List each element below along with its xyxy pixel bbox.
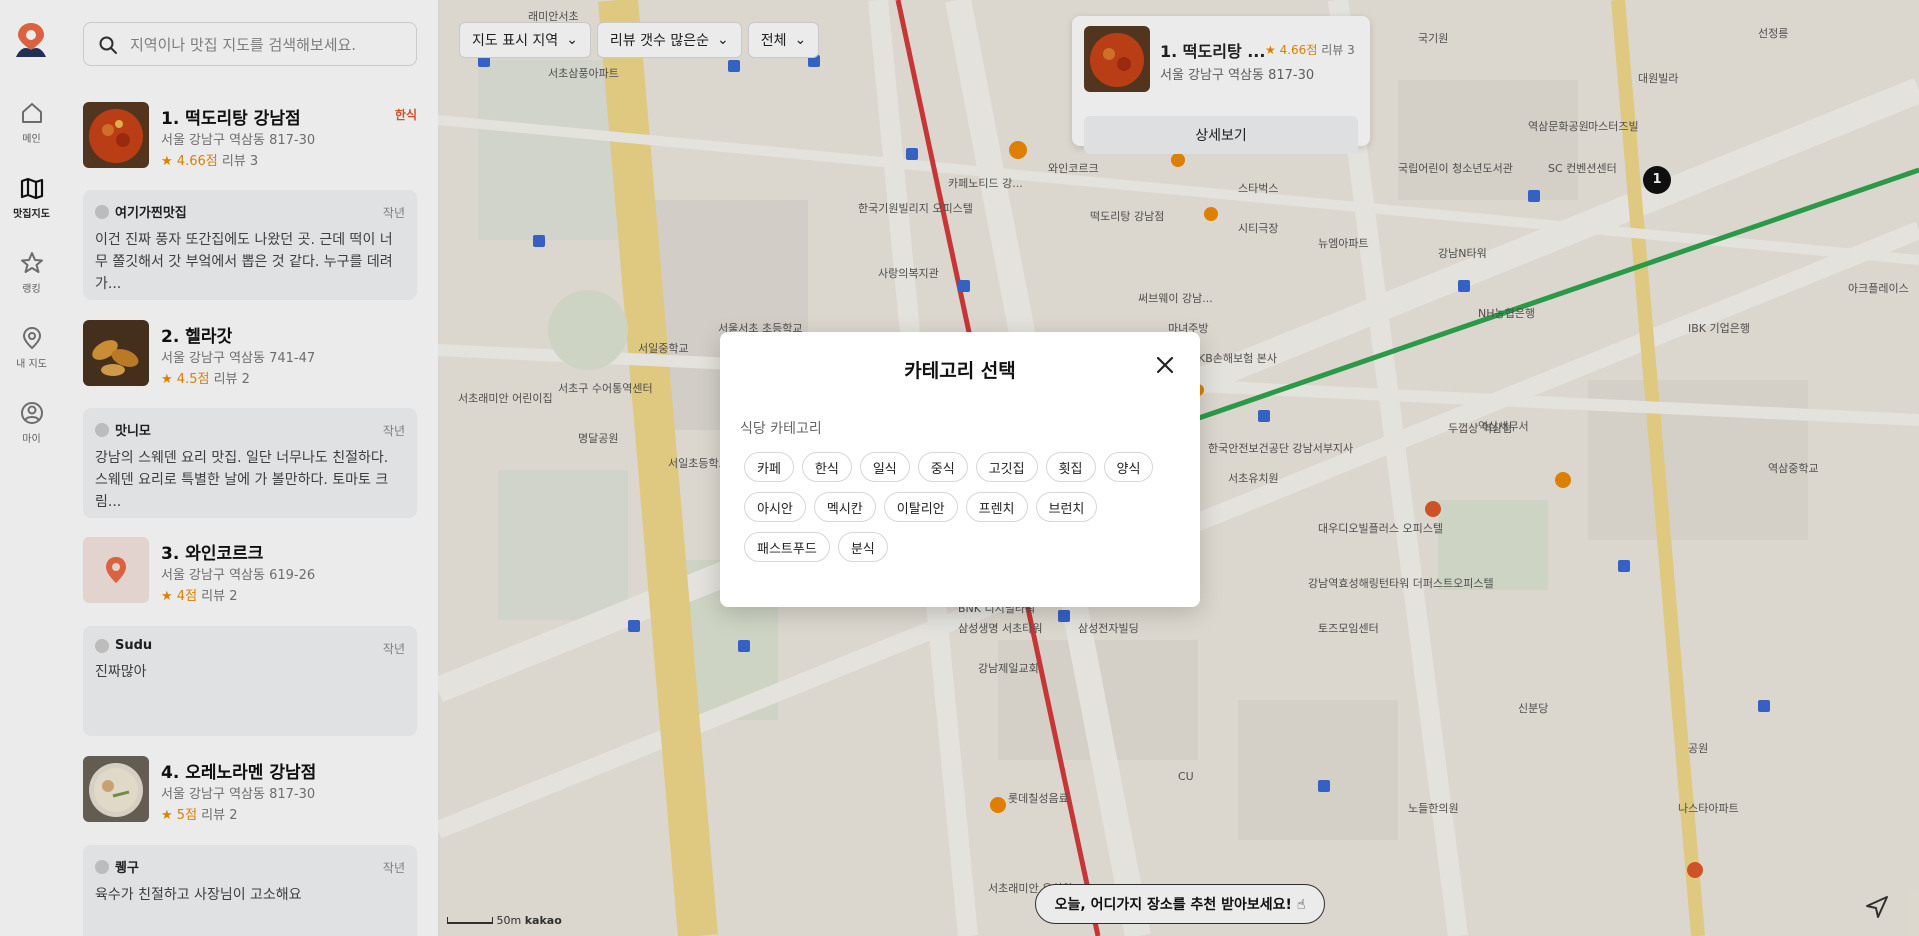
category-chip[interactable]: 양식	[1103, 452, 1154, 482]
close-icon[interactable]	[1152, 352, 1178, 378]
category-chip[interactable]: 카페	[744, 452, 794, 482]
category-chip-list: 카페 한식 일식 중식 고깃집 횟집 양식아시안 멕시칸 이탈리안 프렌치 브런치패스트푸드 분식	[744, 452, 1174, 572]
category-chip[interactable]: 횟집	[1045, 452, 1096, 482]
category-chip[interactable]: 일식	[859, 452, 910, 482]
category-chip[interactable]: 브런치	[1035, 492, 1098, 522]
category-chip[interactable]: 아시안	[744, 492, 806, 522]
category-chip[interactable]: 이탈리안	[883, 492, 958, 522]
category-chip[interactable]: 중식	[917, 452, 968, 482]
chip-row: 패스트푸드 분식	[744, 532, 1174, 562]
category-modal: 카테고리 선택 식당 카테고리 카페 한식 일식 중식 고깃집 횟집 양식아시안 멕시칸 이탈리…	[720, 332, 1200, 607]
category-chip[interactable]: 한식	[801, 452, 852, 482]
category-chip[interactable]: 프렌치	[965, 492, 1028, 522]
section-label: 식당 카테고리	[740, 421, 822, 437]
modal-title: 카테고리 선택	[904, 360, 1016, 382]
category-chip[interactable]: 패스트푸드	[744, 532, 830, 562]
category-chip[interactable]: 분식	[837, 532, 888, 562]
chip-row: 아시안 멕시칸 이탈리안 프렌치 브런치	[744, 492, 1174, 522]
chip-row: 카페 한식 일식 중식 고깃집 횟집 양식	[744, 452, 1174, 482]
category-chip[interactable]: 멕시칸	[813, 492, 876, 522]
category-chip[interactable]: 고깃집	[975, 452, 1038, 482]
